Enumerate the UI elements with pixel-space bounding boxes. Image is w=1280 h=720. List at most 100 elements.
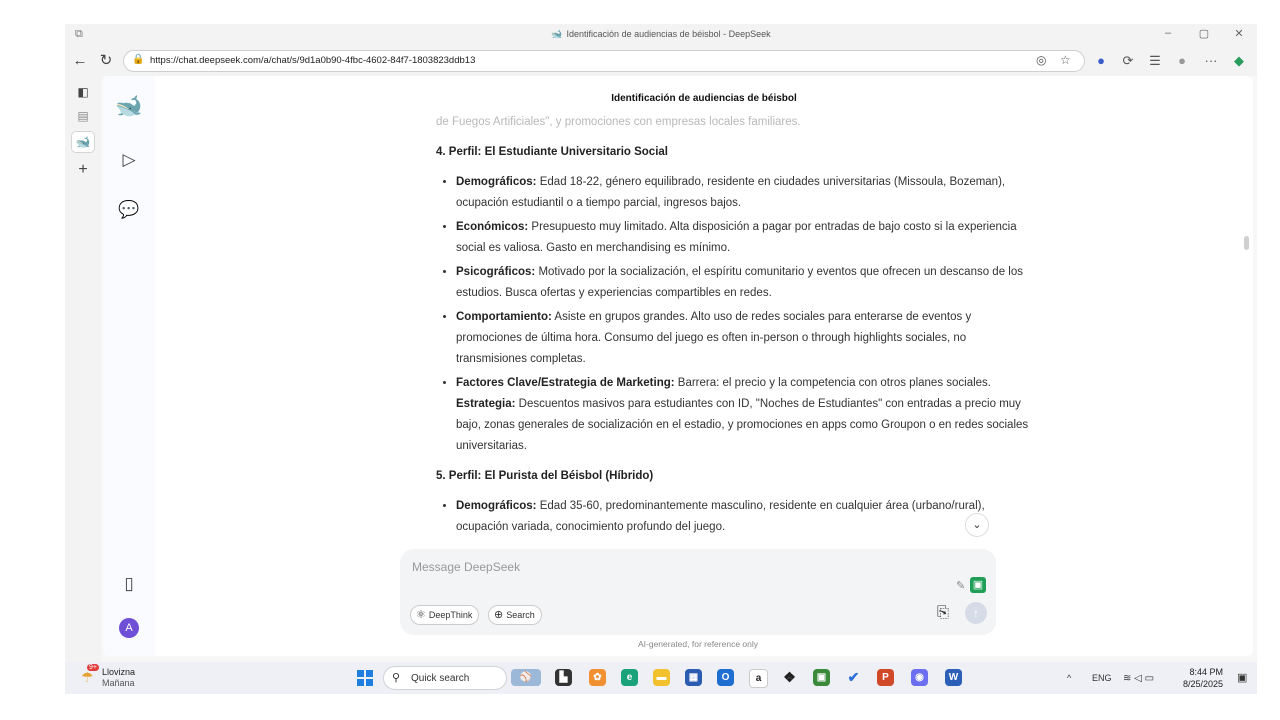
desktop-screen: ⧉ 🐋 Identificación de audiencias de béisb…: [65, 24, 1257, 694]
favorite-star-icon[interactable]: ☆: [1060, 53, 1071, 67]
new-tab-button[interactable]: +: [72, 160, 94, 180]
item-label: Económicos:: [456, 221, 529, 233]
clock-time: 8:44 PM: [1189, 667, 1224, 677]
chat-app-icon[interactable]: ◉: [911, 669, 928, 686]
item-label: Estrategia:: [456, 398, 516, 410]
item-label: Psicográficos:: [456, 266, 536, 278]
search-label: Search: [506, 610, 535, 620]
deepthink-icon: ⚛: [416, 609, 426, 621]
extensions-puzzle-icon[interactable]: ⟳: [1119, 52, 1137, 70]
sidebar-toggle-icon[interactable]: ▷: [115, 146, 143, 174]
copilot-icon[interactable]: ◆: [1230, 52, 1248, 70]
deepseek-logo-icon[interactable]: 🐋: [115, 92, 143, 120]
vertical-tab-strip: ◧ ▤ 🐋 +: [65, 76, 101, 662]
tray-overflow-icon[interactable]: ^: [1067, 673, 1071, 683]
taskview-icon[interactable]: ▙: [555, 669, 572, 686]
windows-start-icon[interactable]: [357, 670, 373, 686]
item-text: Descuentos masivos para estudiantes con …: [456, 398, 1029, 452]
deepseek-sidebar: 🐋 ▷ 💬 ▯ A: [103, 76, 155, 656]
notifications-icon[interactable]: ▣: [1237, 671, 1247, 684]
item-label: Demográficos:: [456, 500, 537, 512]
store-icon[interactable]: ▦: [685, 669, 702, 686]
wifi-sound-battery-icon[interactable]: ≋ ◁ ▭: [1123, 673, 1154, 684]
close-button[interactable]: ✕: [1231, 27, 1247, 40]
send-icon[interactable]: ↑: [965, 602, 987, 624]
tab-deepseek-active[interactable]: 🐋: [72, 132, 94, 152]
disclaimer: AI-generated, for reference only: [637, 639, 758, 649]
window-titlebar: ⧉ 🐋 Identificación de audiencias de béisb…: [65, 24, 1257, 46]
amazon-icon[interactable]: a: [749, 669, 768, 688]
item-text: Presupuesto muy limitado. Alta disposici…: [456, 221, 1017, 254]
item-text: Barrera: el precio y la competencia con …: [674, 377, 992, 389]
tracking-prevention-icon[interactable]: ◎: [1036, 53, 1046, 67]
item-label: Demográficos:: [456, 176, 537, 188]
minimize-button[interactable]: –: [1160, 27, 1176, 39]
word-icon[interactable]: W: [945, 669, 962, 686]
taskbar-search[interactable]: ⚲ Quick search: [383, 666, 507, 690]
phone-icon[interactable]: ▯: [115, 570, 143, 598]
deepseek-favicon-icon: 🐋: [551, 29, 563, 39]
window-title: 🐋 Identificación de audiencias de béisbol…: [65, 29, 1257, 40]
section-heading: 5. Perfil: El Purista del Béisbol (Híbri…: [436, 470, 654, 482]
grammar-extension-icon[interactable]: ▣: [970, 577, 986, 593]
list-item: Demográficos: Edad 18-22, género equilib…: [456, 172, 1036, 214]
list-item: Factores Clave/Estrategia de Marketing: …: [456, 373, 1036, 457]
window-title-text: Identificación de audiencias de béisbol …: [566, 29, 771, 39]
game-app-icon[interactable]: ▣: [813, 669, 830, 686]
clock[interactable]: 8:44 PM 8/25/2025: [1183, 666, 1223, 690]
todo-icon[interactable]: ✔: [845, 669, 862, 686]
attach-icon[interactable]: ⎘: [937, 604, 949, 621]
weather-forecast: Mañana: [102, 678, 135, 688]
avatar[interactable]: A: [119, 618, 139, 638]
more-menu-button[interactable]: ···: [1202, 52, 1220, 70]
powerpoint-icon[interactable]: P: [877, 669, 894, 686]
edit-icon[interactable]: ✎: [956, 579, 965, 592]
search-icon: ⚲: [392, 672, 401, 684]
message-composer: ✎ ▣ ⚛DeepThink ⊕Search ⎘ ↑: [400, 549, 996, 635]
weather-condition: Llovizna: [102, 667, 136, 677]
notification-badge: 9+: [87, 664, 99, 671]
globe-icon: ⊕: [494, 609, 504, 621]
chat-title: Identificación de audiencias de béisbol: [611, 93, 797, 104]
dropbox-icon[interactable]: ❖: [781, 669, 798, 686]
list-item: Comportamiento: Asiste en grupos grandes…: [456, 307, 1036, 370]
deepthink-label: DeepThink: [428, 610, 473, 620]
edge-icon[interactable]: e: [621, 669, 638, 686]
url-text[interactable]: https://chat.deepseek.com/a/chat/s/9d1a0…: [150, 55, 475, 66]
input-language[interactable]: ENG: [1092, 673, 1112, 683]
back-button[interactable]: ←: [71, 52, 89, 70]
outlook-icon[interactable]: O: [717, 669, 734, 686]
new-chat-icon[interactable]: 💬: [115, 196, 143, 224]
tab-item-1[interactable]: ▤: [72, 106, 94, 126]
section-heading: 4. Perfil: El Estudiante Universitario S…: [436, 146, 668, 158]
page-scrollbar[interactable]: [1244, 236, 1249, 250]
copilot-app-icon[interactable]: ✿: [589, 669, 606, 686]
web-page: 🐋 ▷ 💬 ▯ A Identificación de audiencias d…: [103, 76, 1253, 656]
list-item: Económicos: Presupuesto muy limitado. Al…: [456, 217, 1036, 259]
scroll-down-icon[interactable]: ⌄: [965, 513, 989, 537]
clock-date: 8/25/2025: [1183, 679, 1224, 689]
item-label: Factores Clave/Estrategia de Marketing:: [456, 377, 675, 389]
taskbar-search-label: Quick search: [411, 673, 470, 684]
file-explorer-icon[interactable]: ▬: [653, 669, 670, 686]
faded-previous-text: de Fuegos Artificiales", y promociones c…: [436, 116, 801, 128]
profile-icon[interactable]: ●: [1173, 52, 1191, 70]
favorites-icon[interactable]: ☰: [1146, 52, 1164, 70]
restore-button[interactable]: ▢: [1196, 27, 1212, 40]
browser-toolbar: ← ↻ 🔒 https://chat.deepseek.com/a/chat/s…: [65, 46, 1257, 76]
lock-icon[interactable]: 🔒: [132, 54, 144, 65]
message-input[interactable]: [410, 557, 894, 577]
search-button[interactable]: ⊕ Search: [488, 605, 542, 625]
news-widget-icon[interactable]: ⚾: [511, 669, 541, 686]
list-item: Psicográficos: Motivado por la socializa…: [456, 262, 1036, 304]
windows-taskbar: ☂ 9+ Llovizna Mañana ⚲ Quick search ⚾ ▙ …: [65, 662, 1257, 694]
tab-panel-icon[interactable]: ◧: [72, 82, 94, 102]
chat-message: de Fuegos Artificiales", y promociones c…: [436, 112, 1036, 544]
extension-icon[interactable]: ●: [1092, 52, 1110, 70]
reload-button[interactable]: ↻: [97, 52, 115, 70]
item-label: Comportamiento:: [456, 311, 552, 323]
weather-icon: ☂: [81, 669, 94, 685]
bullet-list: Demográficos: Edad 35-60, predominanteme…: [436, 496, 1036, 538]
deepthink-button[interactable]: ⚛ DeepThink: [410, 605, 480, 625]
address-bar[interactable]: 🔒 https://chat.deepseek.com/a/chat/s/9d1…: [123, 50, 1085, 72]
